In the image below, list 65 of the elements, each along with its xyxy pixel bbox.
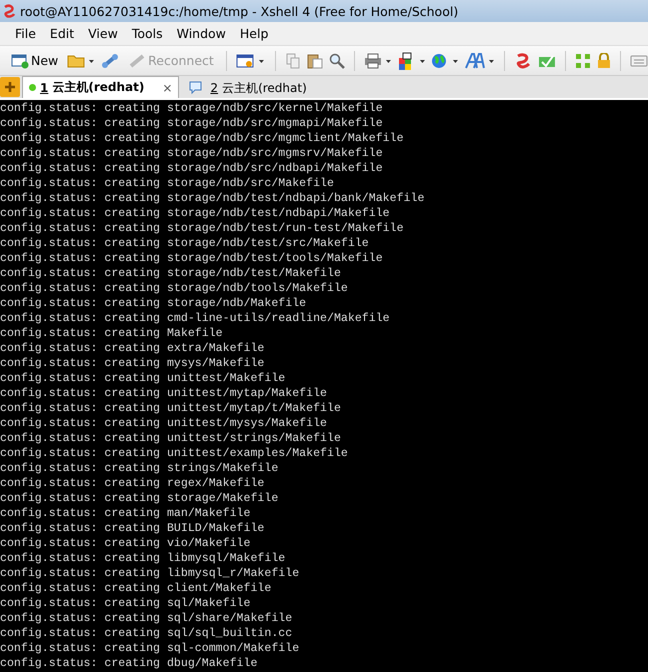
new-window-icon [11, 52, 29, 68]
menu-item[interactable]: Help [232, 24, 276, 43]
properties-icon[interactable] [236, 52, 266, 68]
font-icon[interactable] [465, 52, 496, 68]
terminal-line: config.status: creating storage/ndb/Makefile [0, 296, 308, 311]
terminal-line: config.status: creating storage/ndb/src/mgmclient/Makefile [0, 131, 405, 146]
terminal-line: config.status: creating sql/Makefile [0, 596, 252, 611]
terminal-line: config.status: creating client/Makefile [0, 581, 272, 596]
lock-icon[interactable] [597, 52, 612, 68]
terminal-line: config.status: creating storage/ndb/test/Makefile [0, 266, 342, 281]
shell-logo-icon[interactable] [514, 52, 532, 68]
terminal-line: config.status: creating extra/Makefile [0, 341, 266, 356]
terminal-line: config.status: creating unittest/mysys/Makefile [0, 416, 328, 431]
terminal-line: config.status: creating regex/Makefile [0, 476, 266, 491]
terminal-line: config.status: creating storage/ndb/src/mgmsrv/Makefile [0, 146, 384, 161]
terminal-line: config.status: creating strings/Makefile [0, 461, 280, 476]
terminal-line: config.status: creating unittest/strings/Makefile [0, 431, 342, 446]
color-scheme-icon[interactable] [398, 52, 426, 70]
terminal-line: config.status: creating unittest/examples/Makefile [0, 446, 349, 461]
terminal-line: config.status: creating sql/share/Makefile [0, 611, 294, 626]
terminal-line: config.status: creating storage/ndb/test/src/Makefile [0, 236, 370, 251]
terminal-line: config.status: creating libmysql_r/Makefile [0, 566, 300, 581]
terminal-line: config.status: creating unittest/Makefile [0, 371, 286, 386]
keyboard-icon[interactable] [630, 54, 648, 68]
terminal-line: config.status: creating Makefile [0, 326, 224, 341]
menu-item[interactable]: Edit [42, 24, 82, 43]
add-tab-icon[interactable] [0, 77, 20, 97]
session-tab[interactable]: 2 云主机(redhat) [181, 78, 314, 98]
menu-item[interactable]: File [8, 24, 43, 43]
printer-icon[interactable] [364, 52, 392, 68]
window-title: root@AY110627031419c:/home/tmp - Xshell 4 (Free for Home/School) [20, 4, 458, 18]
menu-item[interactable]: View [81, 24, 125, 43]
terminal-line: config.status: creating storage/ndb/src/mgmapi/Makefile [0, 116, 384, 131]
terminal-line: config.status: creating BUILD/Makefile [0, 521, 266, 536]
terminal-line: config.status: creating sql/sql_builtin.cc [0, 626, 294, 641]
terminal-line: config.status: creating storage/ndb/tools/Makefile [0, 281, 349, 296]
terminal-line: config.status: creating dbug/Makefile [0, 656, 258, 671]
terminal-line: config.status: creating storage/Makefile [0, 491, 280, 506]
terminal-line: config.status: creating sql-common/Makefile [0, 641, 300, 656]
terminal-line: config.status: creating unittest/mytap/t/Makefile [0, 401, 342, 416]
copy-icon[interactable] [284, 52, 301, 68]
terminal-line: config.status: creating man/Makefile [0, 506, 252, 521]
terminal-line: config.status: creating vio/Makefile [0, 536, 252, 551]
search-icon[interactable] [328, 52, 345, 68]
terminal-line: config.status: creating unittest/mytap/Makefile [0, 386, 328, 401]
menu-item[interactable]: Window [170, 24, 233, 43]
paste-icon[interactable] [306, 52, 323, 68]
terminal-line: config.status: creating storage/ndb/src/kernel/Makefile [0, 101, 384, 116]
terminal-line: config.status: creating storage/ndb/test/run-test/Makefile [0, 221, 405, 236]
menu-item[interactable]: Tools [124, 24, 170, 43]
folder-icon[interactable] [67, 52, 96, 68]
terminal-line: config.status: creating storage/ndb/test/ndbapi/Makefile [0, 206, 391, 221]
terminal-line: config.status: creating storage/ndb/test/ndbapi/bank/Makefile [0, 191, 426, 206]
terminal-line: config.status: creating storage/ndb/src/Makefile [0, 176, 335, 191]
new-button[interactable]: New [8, 50, 62, 70]
terminal-line: config.status: creating mysys/Makefile [0, 356, 266, 371]
app-logo-icon [2, 4, 16, 18]
terminal-line: config.status: creating libmysql/Makefile [0, 551, 286, 566]
globe-icon[interactable] [431, 52, 460, 68]
terminal-line: config.status: creating cmd-line-utils/readline/Makefile [0, 311, 391, 326]
session-tab[interactable]: 1 云主机(redhat) × [22, 76, 180, 98]
transfer-icon[interactable] [538, 52, 556, 68]
terminal-line: config.status: creating storage/ndb/test/tools/Makefile [0, 251, 384, 266]
fullscreen-icon[interactable] [575, 52, 592, 68]
terminal-line: config.status: creating storage/ndb/src/ndbapi/Makefile [0, 161, 384, 176]
